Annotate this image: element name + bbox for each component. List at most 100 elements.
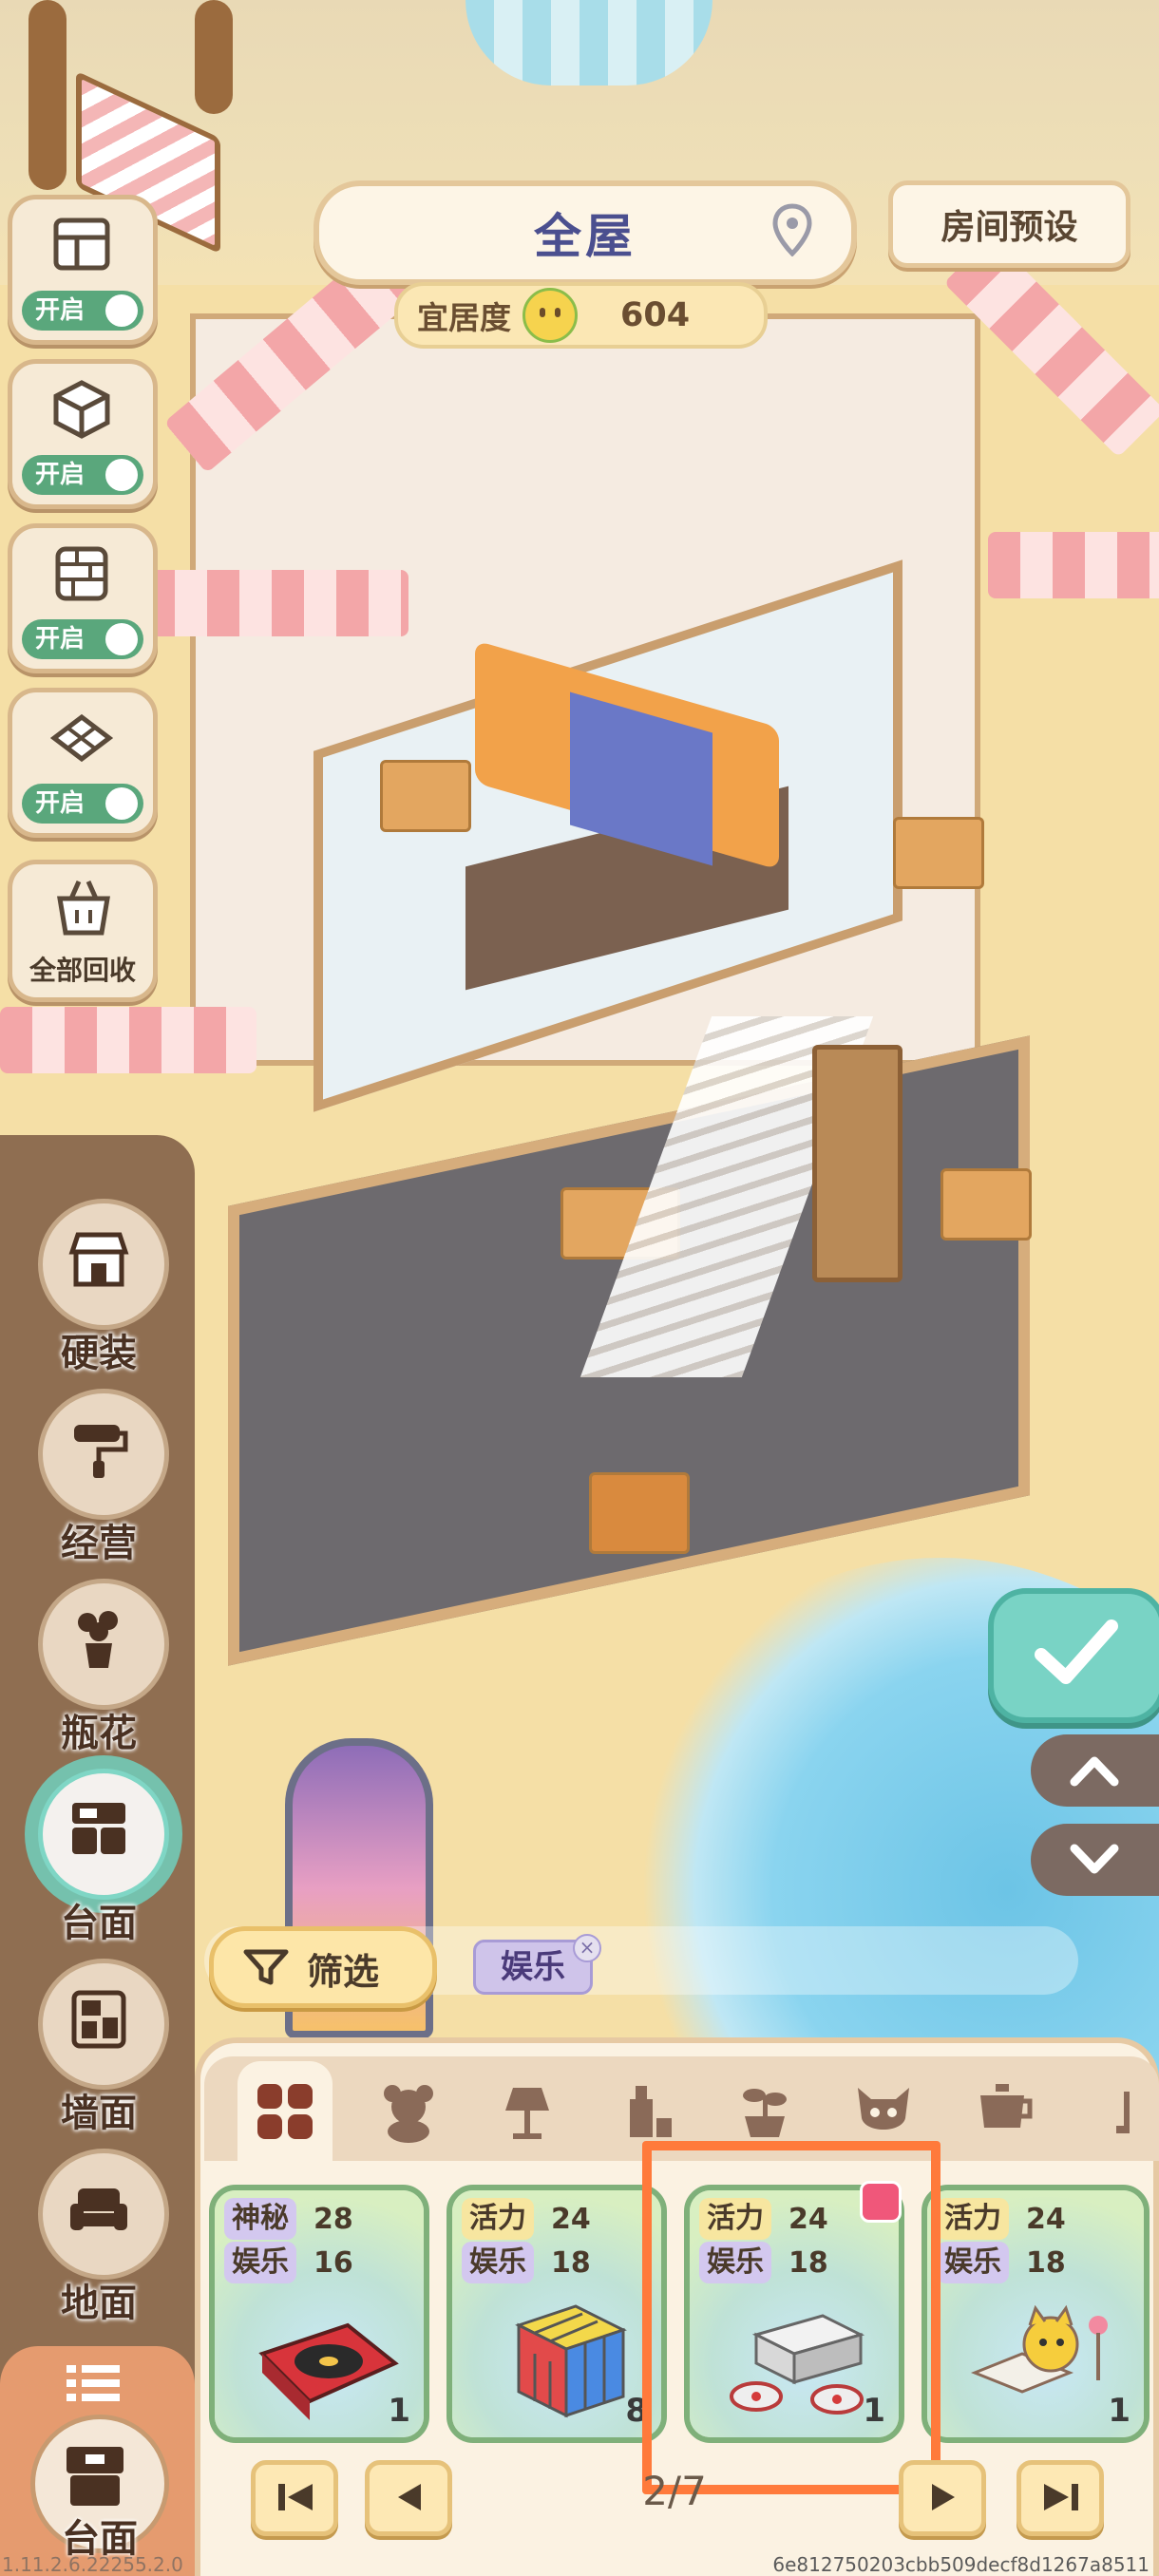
cabinet-icon — [66, 2447, 124, 2506]
toggle-switch[interactable]: 开启 — [22, 291, 143, 331]
roof-toggle[interactable]: 开启 — [8, 195, 158, 345]
menu-icon — [66, 2365, 120, 2401]
page-indicator: 2/7 — [642, 2468, 707, 2514]
cardboard-box — [380, 760, 471, 832]
item-stat: 娱乐 16 — [224, 2242, 405, 2283]
stat-key: 娱乐 — [224, 2242, 296, 2283]
stat-key: 娱乐 — [462, 2242, 534, 2283]
filter-button[interactable]: 筛选 — [209, 1926, 437, 2008]
skip-last-icon — [1044, 2484, 1078, 2510]
tab-teapots[interactable] — [955, 2061, 1050, 2161]
toggle-knob — [105, 459, 138, 491]
first-page-button[interactable] — [251, 2460, 338, 2536]
toggle-switch[interactable]: 开启 — [22, 619, 143, 659]
remove-tag-icon[interactable]: × — [573, 1934, 601, 1962]
lamp-icon — [505, 2087, 549, 2139]
selection-highlight — [642, 2141, 940, 2494]
confirm-button[interactable] — [988, 1588, 1159, 1723]
scroll-down-button[interactable] — [1031, 1824, 1159, 1896]
category-label: 地面 — [61, 2282, 137, 2325]
item-count: 1 — [388, 2392, 410, 2430]
item-card-rubiks-cube[interactable]: 活力 24 娱乐 18 8 — [446, 2185, 667, 2443]
chevron-up-icon — [1070, 1756, 1119, 1787]
plant-icon — [743, 2088, 787, 2137]
scroll-up-button[interactable] — [1031, 1734, 1159, 1807]
toggle-knob — [105, 294, 138, 327]
category-floor[interactable]: 地面 — [28, 2149, 171, 2325]
category-business[interactable]: 经营 — [28, 1389, 171, 1565]
awning — [142, 570, 408, 636]
teapot-icon — [980, 2083, 1033, 2128]
location-pin-icon — [772, 203, 812, 256]
bottle-icon — [630, 2085, 672, 2137]
record-player-art — [258, 2322, 399, 2420]
comfort-label: 宜居度 — [417, 299, 511, 336]
stat-value: 28 — [314, 2202, 353, 2236]
palm-trunk — [195, 0, 233, 114]
palm-trunk — [28, 0, 66, 190]
recycle-all-button[interactable]: 全部回收 — [8, 860, 158, 1002]
recycle-all-label: 全部回收 — [28, 955, 136, 986]
stat-key: 娱乐 — [937, 2242, 1009, 2283]
wall-item-icon — [71, 1990, 126, 2049]
cardboard-box — [893, 817, 984, 889]
comfort-score: 宜居度 604 — [394, 282, 768, 349]
item-stat: 活力 24 — [937, 2198, 1117, 2240]
rubiks-cube-art — [515, 2304, 627, 2418]
mask-icon — [858, 2087, 909, 2130]
skip-first-icon — [278, 2484, 313, 2510]
wall-toggle[interactable]: 开启 — [8, 359, 158, 509]
last-page-button[interactable] — [1016, 2460, 1104, 2536]
category-label: 瓶花 — [61, 1712, 137, 1755]
chevron-down-icon — [1070, 1844, 1119, 1874]
version-text: 1.11.2.6.22255.2.0 — [2, 2553, 183, 2576]
checkmark-icon — [1035, 1619, 1118, 1684]
stat-value: 18 — [1026, 2245, 1066, 2280]
awning — [0, 1007, 256, 1073]
triangle-right-icon — [932, 2484, 955, 2510]
paint-roller-icon — [74, 1425, 128, 1478]
cat-storybook-art — [970, 2304, 1108, 2394]
grid-icon — [257, 2083, 313, 2139]
comfort-value: 604 — [620, 296, 691, 334]
toggle-switch[interactable]: 开启 — [22, 455, 143, 495]
basket-icon — [57, 880, 110, 936]
category-label: 台面 — [61, 1902, 137, 1945]
floor-toggle[interactable]: 开启 — [8, 688, 158, 838]
prev-page-button[interactable] — [365, 2460, 452, 2536]
floor-tile-icon — [49, 713, 114, 763]
category-tabletop[interactable]: 台面 — [28, 1769, 171, 1945]
item-stat: 神秘 28 — [224, 2198, 405, 2240]
smiley-icon — [522, 288, 578, 343]
toggle-label: 开启 — [35, 789, 86, 818]
item-stat: 娱乐 18 — [462, 2242, 642, 2283]
stat-key: 活力 — [937, 2198, 1009, 2240]
stat-value: 18 — [551, 2245, 591, 2280]
room-selector[interactable]: 全屋 — [314, 180, 857, 285]
next-page-button[interactable] — [899, 2460, 986, 2536]
tab-all[interactable] — [238, 2061, 332, 2161]
tab-more[interactable] — [1083, 2061, 1159, 2161]
tabletop-icon — [72, 1803, 125, 1854]
item-card-cat-storybook[interactable]: 活力 24 娱乐 18 1 — [922, 2185, 1150, 2443]
funnel-icon — [243, 1949, 289, 1985]
item-stat: 娱乐 18 — [937, 2242, 1117, 2283]
stat-value: 16 — [314, 2245, 353, 2280]
category-label: 硬装 — [61, 1332, 137, 1375]
storefront-icon — [68, 1232, 129, 1287]
flower-vase-icon — [78, 1611, 118, 1668]
toggle-label: 开启 — [35, 625, 86, 653]
room-preset-button[interactable]: 房间预设 — [888, 180, 1130, 268]
category-flower-vase[interactable]: 瓶花 — [28, 1579, 171, 1755]
toggle-switch[interactable]: 开启 — [22, 784, 143, 824]
stat-value: 24 — [551, 2202, 591, 2236]
item-card-record-player[interactable]: 神秘 28 娱乐 16 1 — [209, 2185, 429, 2443]
sofa-icon — [70, 2188, 127, 2230]
brick-wall-icon — [55, 546, 108, 601]
category-wall[interactable]: 墙面 — [28, 1959, 171, 2135]
brick-toggle[interactable]: 开启 — [8, 523, 158, 673]
item-stat: 活力 24 — [462, 2198, 642, 2240]
category-hard-decor[interactable]: 硬装 — [28, 1199, 171, 1375]
tab-toys[interactable] — [361, 2061, 456, 2161]
tab-lamps[interactable] — [480, 2061, 575, 2161]
